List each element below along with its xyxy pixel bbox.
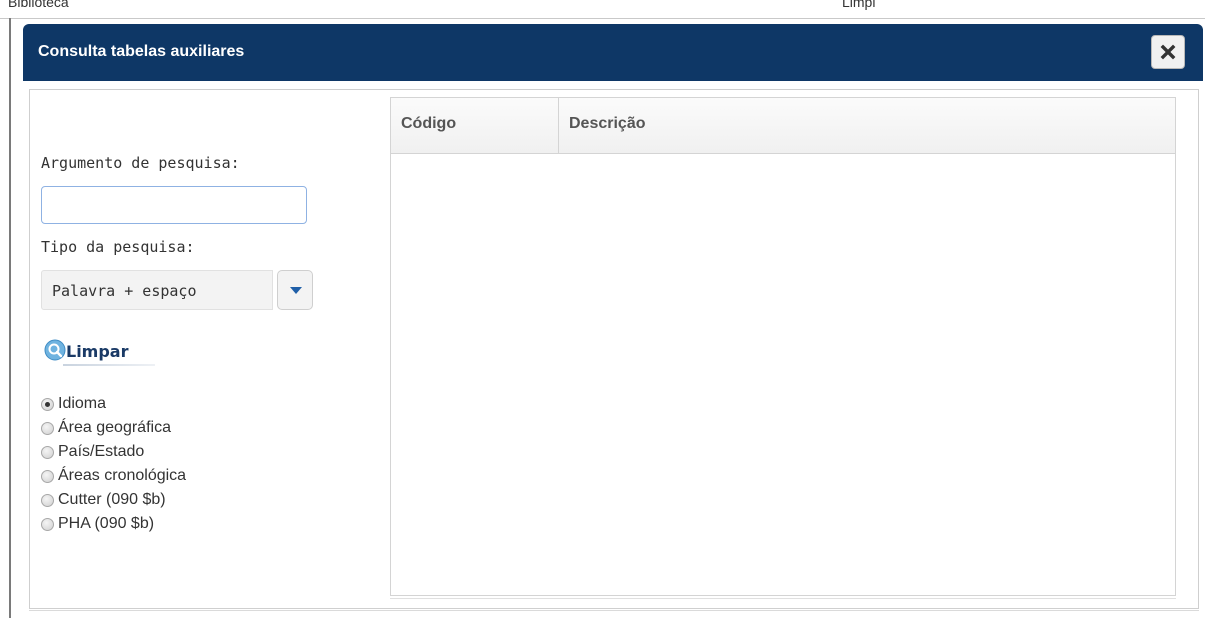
chevron-down-icon [290,287,302,294]
lookup-dialog: Consulta tabelas auxiliares Argumento de… [23,24,1203,614]
search-type-label: Tipo da pesquisa: [41,238,195,256]
background-text: Limpi [842,0,876,10]
background-text: Biblioteca [8,0,69,10]
clear-button-underline [63,364,155,366]
option-pais-estado[interactable]: País/Estado [41,440,186,464]
close-icon [1160,44,1176,60]
option-label: Idioma [58,395,107,412]
grid-footer-line [390,594,1176,599]
radio-button[interactable] [41,421,54,435]
option-label: País/Estado [58,443,145,460]
background-page-header: Biblioteca Limpi [0,0,1205,19]
dialog-title: Consulta tabelas auxiliares [38,43,245,60]
search-type-dropdown-button[interactable] [277,270,313,310]
option-label: Áreas cronológica [58,467,187,484]
grid-body [391,153,1175,595]
results-grid: Código Descrição [390,97,1176,596]
search-input[interactable] [41,186,307,224]
radio-button[interactable] [41,493,54,507]
column-header-description[interactable]: Descrição [559,98,1175,153]
column-header-label: Código [401,115,457,132]
option-label: Área geográfica [58,419,171,436]
radio-button[interactable] [41,445,54,459]
option-label: Cutter (090 $b) [58,491,166,508]
column-header-code[interactable]: Código [391,98,559,153]
clear-button[interactable]: Limpar [41,336,159,366]
clear-button-label: Limpar [66,342,129,361]
radio-button[interactable] [41,397,54,411]
option-cutter[interactable]: Cutter (090 $b) [41,488,186,512]
divider [29,610,1199,611]
option-label: PHA (090 $b) [58,515,155,532]
search-type-value: Palavra + espaço [52,282,197,300]
background-border [9,18,11,618]
option-areas-cronologica[interactable]: Áreas cronológica [41,464,186,488]
close-button[interactable] [1151,35,1185,69]
option-idioma[interactable]: Idioma [41,392,186,416]
argument-label: Argumento de pesquisa: [41,154,240,172]
search-type-select[interactable]: Palavra + espaço [41,270,273,310]
radio-button[interactable] [41,469,54,483]
option-area-geografica[interactable]: Área geográfica [41,416,186,440]
column-header-label: Descrição [569,115,646,132]
dialog-titlebar: Consulta tabelas auxiliares [23,24,1203,81]
radio-button[interactable] [41,517,54,531]
option-pha[interactable]: PHA (090 $b) [41,512,186,536]
magnifier-icon [44,339,66,361]
table-options: Idioma Área geográfica País/Estado Áreas… [41,392,186,536]
grid-header: Código Descrição [391,98,1175,154]
